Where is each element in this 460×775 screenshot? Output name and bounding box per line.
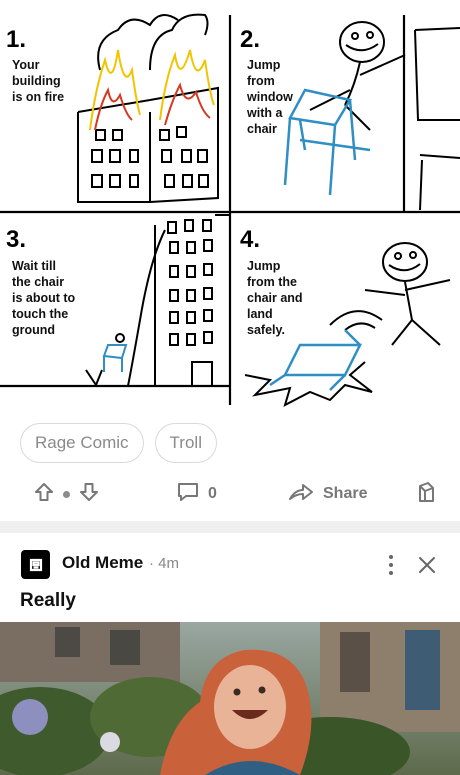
post-action-bar: 0 Share bbox=[0, 472, 460, 516]
more-options-icon[interactable] bbox=[384, 550, 398, 580]
bookmark-icon bbox=[414, 480, 438, 509]
post-separator bbox=[0, 521, 460, 533]
panel-1-caption: Your building is on fire bbox=[12, 58, 65, 104]
panel-2-caption: Jump from window with a chair bbox=[247, 58, 293, 136]
panel-3-number: 3. bbox=[6, 226, 27, 253]
share-icon bbox=[288, 482, 314, 507]
post-image-photo[interactable] bbox=[0, 622, 460, 775]
post-title[interactable]: Really bbox=[20, 590, 76, 612]
comment-icon bbox=[176, 481, 200, 508]
share-label: Share bbox=[323, 485, 368, 502]
panel-1-number: 1. bbox=[6, 26, 27, 53]
section-avatar[interactable] bbox=[21, 550, 50, 579]
vote-group bbox=[33, 472, 100, 516]
panel-3-caption: Wait till the chair is about to touch th… bbox=[12, 259, 76, 337]
section-logo-icon bbox=[29, 558, 42, 571]
post-image-comic[interactable]: 1. Your building is on fire 2. Jump from… bbox=[0, 0, 460, 410]
close-icon[interactable] bbox=[414, 550, 440, 580]
share-button[interactable]: Share bbox=[288, 472, 367, 516]
comment-count: 0 bbox=[208, 485, 217, 502]
panel-2-number: 2. bbox=[240, 26, 261, 53]
comment-button[interactable]: 0 bbox=[176, 472, 217, 516]
tag-list: Rage Comic Troll bbox=[20, 423, 217, 463]
save-button[interactable] bbox=[414, 472, 438, 516]
tag-troll[interactable]: Troll bbox=[154, 423, 217, 463]
vote-separator-dot bbox=[63, 490, 70, 498]
panel-4-number: 4. bbox=[240, 226, 261, 253]
arrow-down-icon[interactable] bbox=[78, 481, 100, 508]
section-name[interactable]: Old Meme bbox=[62, 553, 143, 573]
panel-4-caption: Jump from the chair and land safely. bbox=[247, 259, 303, 337]
photo-drawing bbox=[0, 622, 460, 775]
comic-drawing bbox=[0, 13, 460, 407]
tag-rage-comic[interactable]: Rage Comic bbox=[20, 423, 144, 463]
next-post-header: Old Meme · 4m Really bbox=[0, 533, 460, 621]
arrow-up-icon[interactable] bbox=[33, 481, 55, 508]
post-time: · 4m bbox=[149, 555, 179, 572]
